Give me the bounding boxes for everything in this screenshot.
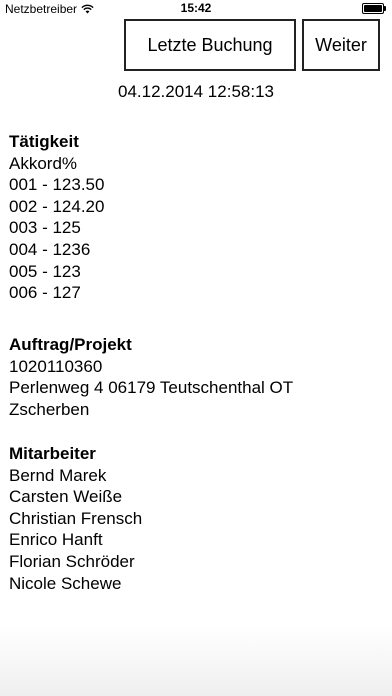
status-time: 15:42 bbox=[180, 1, 212, 15]
order-section: Auftrag/Projekt 1020110360 Perlenweg 4 0… bbox=[9, 334, 293, 420]
activity-line: 005 - 123 bbox=[9, 261, 81, 281]
next-button[interactable]: Weiter bbox=[302, 19, 380, 71]
staff-heading: Mitarbeiter bbox=[9, 444, 96, 463]
staff-member: Bernd Marek bbox=[9, 465, 107, 485]
activity-line: 001 - 123.50 bbox=[9, 175, 105, 195]
activity-line: 004 - 1236 bbox=[9, 239, 91, 259]
staff-member: Florian Schröder bbox=[9, 551, 135, 571]
staff-member: Nicole Schewe bbox=[9, 573, 122, 593]
booking-datetime: 04.12.2014 12:58:13 bbox=[118, 82, 274, 101]
bottom-fade bbox=[0, 626, 392, 696]
staff-member: Carsten Weiße bbox=[9, 487, 123, 507]
order-heading: Auftrag/Projekt bbox=[9, 335, 132, 354]
staff-section: Mitarbeiter Bernd Marek Carsten Weiße Ch… bbox=[9, 443, 142, 594]
order-address: Perlenweg 4 06179 Teutschenthal OT bbox=[9, 378, 294, 398]
activity-heading: Tätigkeit bbox=[9, 132, 79, 151]
last-booking-button[interactable]: Letzte Buchung bbox=[124, 19, 296, 71]
staff-member: Enrico Hanft bbox=[9, 530, 103, 550]
activity-line: 003 - 125 bbox=[9, 218, 81, 238]
activity-section: Tätigkeit Akkord% 001 - 123.50 002 - 124… bbox=[9, 131, 104, 304]
status-bar: Netzbetreiber 15:42 bbox=[0, 0, 392, 18]
order-location: Zscherben bbox=[9, 399, 90, 419]
battery-icon bbox=[362, 3, 386, 14]
activity-line: 006 - 127 bbox=[9, 283, 81, 303]
order-number: 1020110360 bbox=[9, 356, 103, 376]
staff-member: Christian Frensch bbox=[9, 508, 143, 528]
activity-line: 002 - 124.20 bbox=[9, 196, 105, 216]
activity-line: Akkord% bbox=[9, 153, 78, 173]
